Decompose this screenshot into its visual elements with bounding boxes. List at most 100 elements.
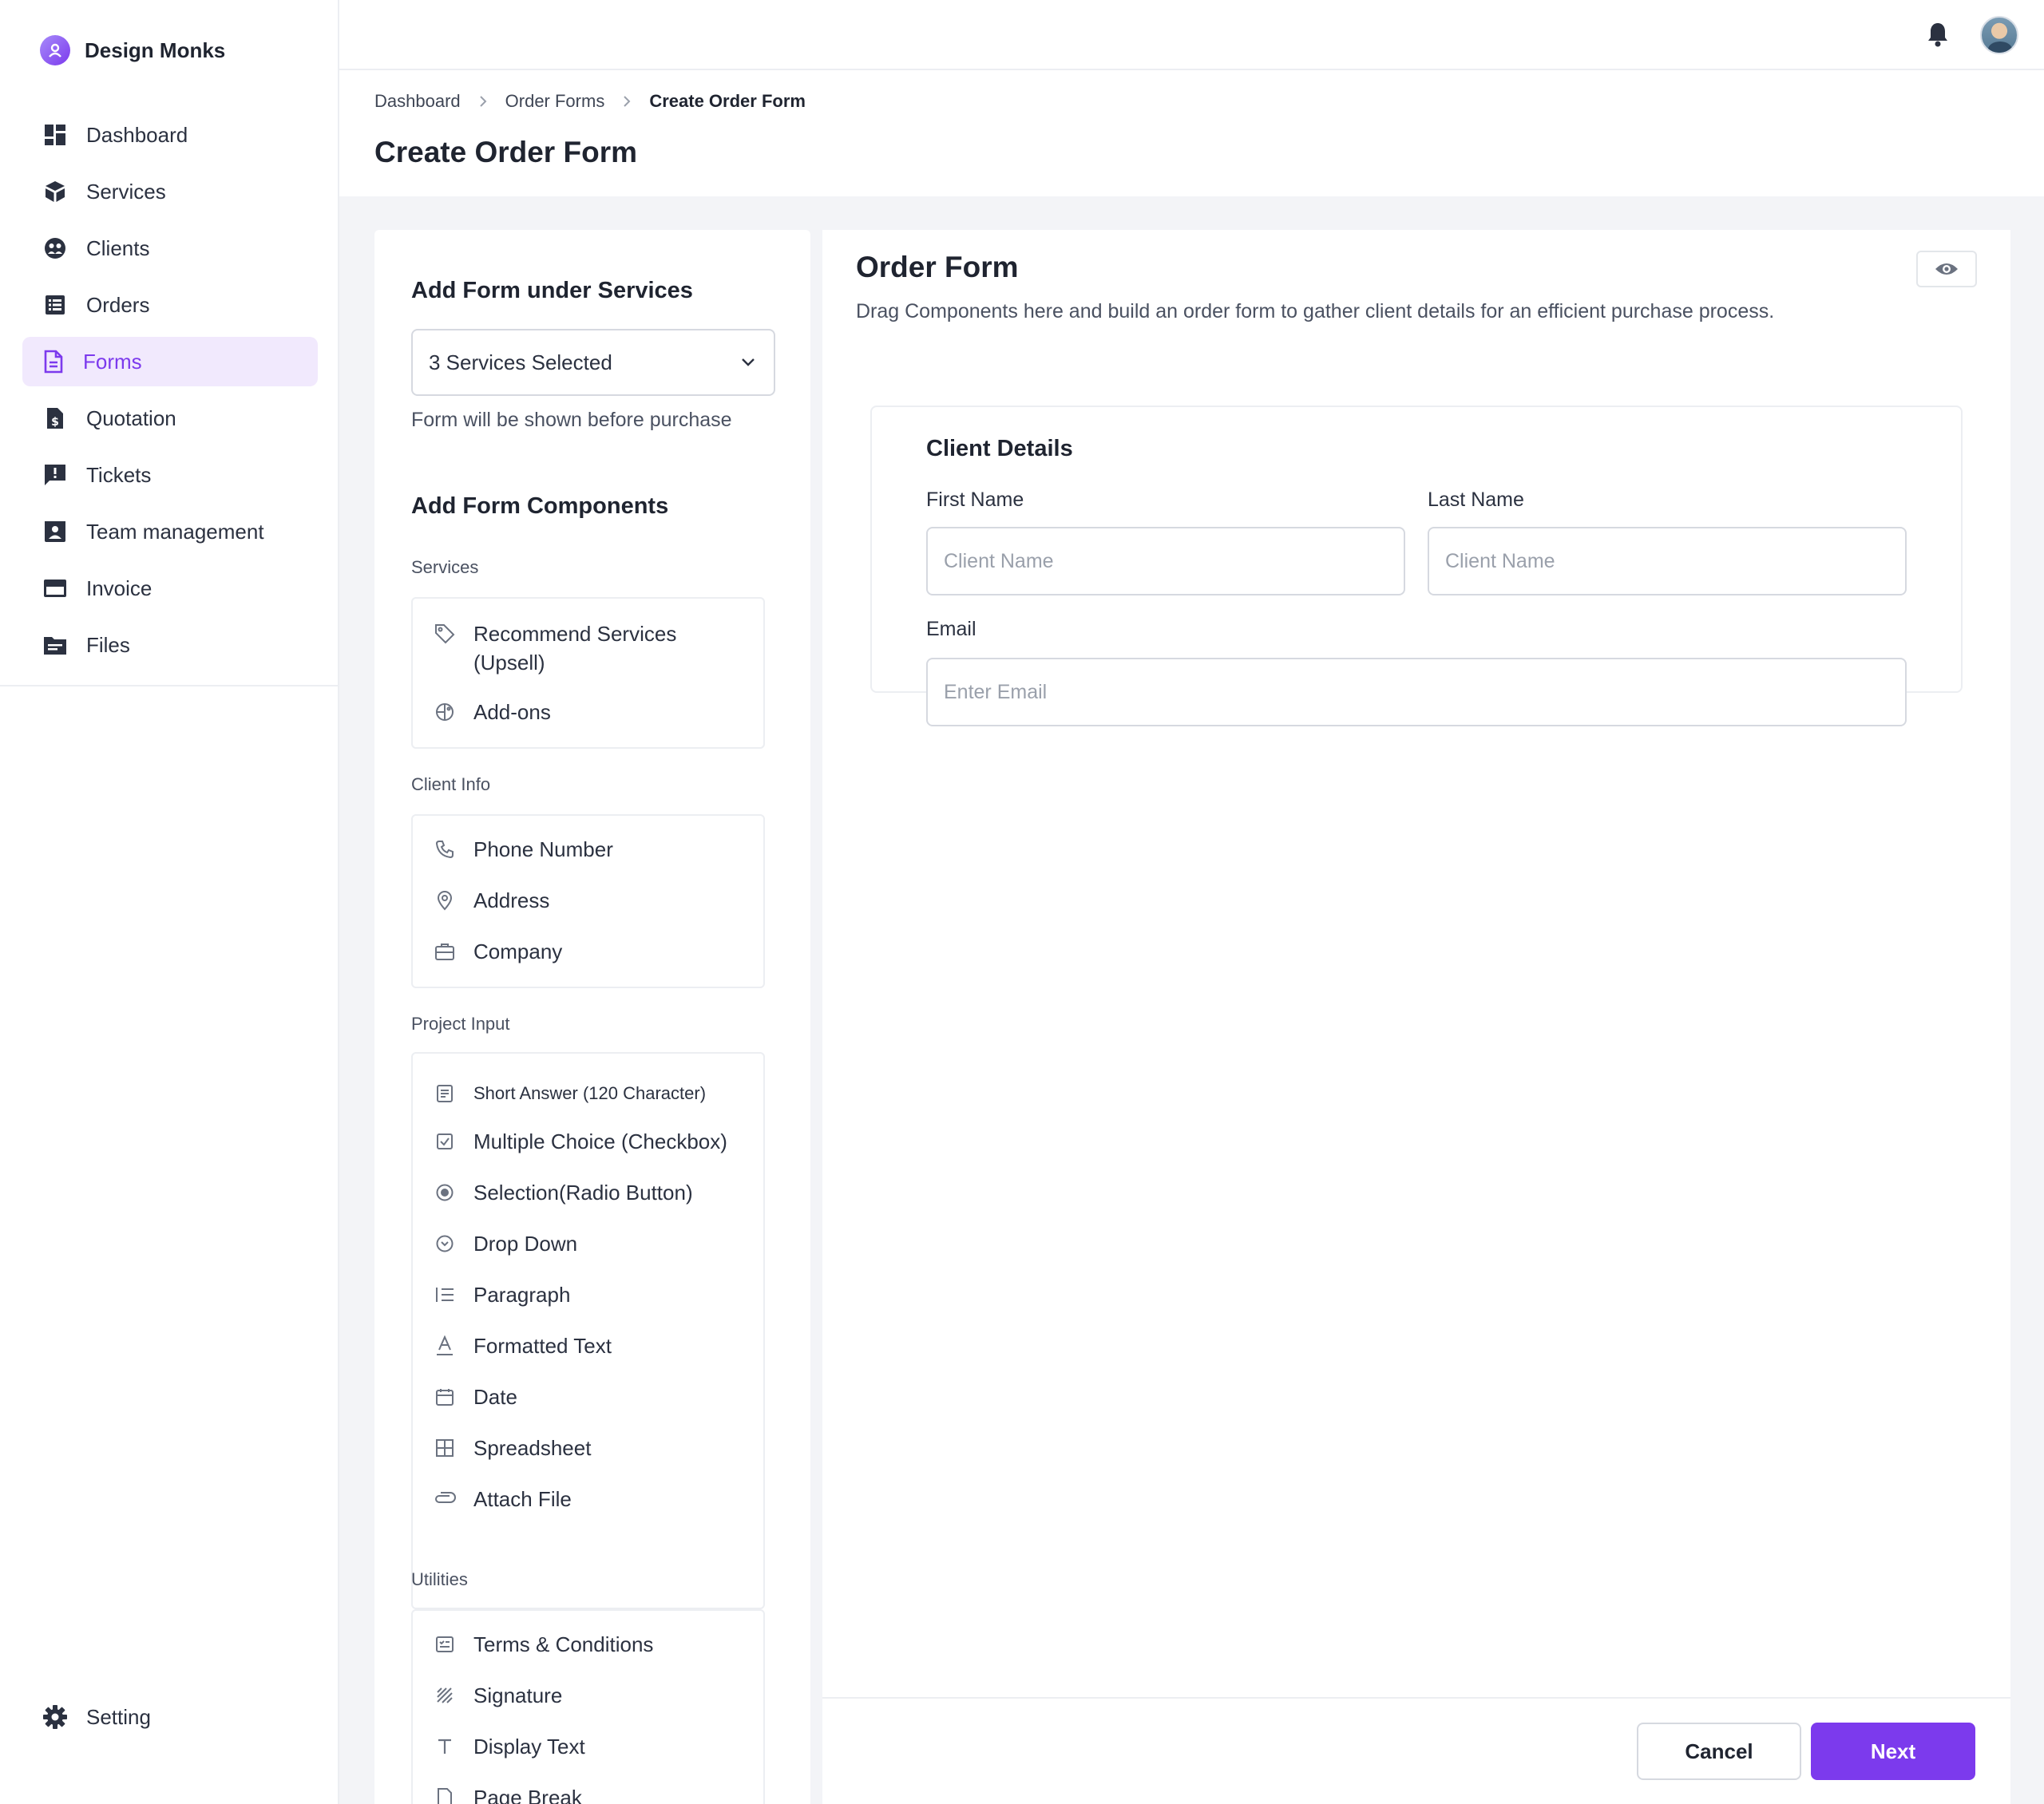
component-label: Signature: [473, 1683, 563, 1707]
sidebar-item-quotation[interactable]: $ Quotation: [22, 394, 318, 443]
quotation-icon: $: [42, 405, 69, 432]
component-label: Page Break: [473, 1786, 582, 1804]
signature-icon: [434, 1681, 456, 1710]
grid-icon: [434, 1434, 456, 1462]
component-label: Recommend Services (Upsell): [473, 622, 677, 675]
document-icon: [40, 348, 67, 375]
component-page-break[interactable]: Page Break: [434, 1783, 582, 1804]
component-phone-number[interactable]: Phone Number: [434, 835, 613, 864]
sidebar-item-tickets[interactable]: Tickets: [22, 450, 318, 500]
services-note: Form will be shown before purchase: [411, 409, 732, 431]
component-label: Drop Down: [473, 1232, 578, 1256]
component-display-text[interactable]: Display Text: [434, 1732, 585, 1761]
list-icon: [434, 1280, 456, 1309]
sidebar-item-forms[interactable]: Forms: [22, 337, 318, 386]
breadcrumb-item-order-forms[interactable]: Order Forms: [505, 91, 605, 112]
folder-icon: [42, 631, 69, 659]
team-icon: [42, 518, 69, 545]
next-button[interactable]: Next: [1811, 1723, 1975, 1780]
components-panel: Add Form under Services 3 Services Selec…: [374, 230, 810, 1804]
sidebar-item-setting[interactable]: Setting: [42, 1703, 151, 1731]
component-multiple-choice[interactable]: Multiple Choice (Checkbox): [434, 1127, 727, 1156]
sidebar-item-services[interactable]: Services: [22, 167, 318, 216]
cancel-button[interactable]: Cancel: [1637, 1723, 1801, 1780]
sidebar-item-label: Team management: [86, 519, 264, 544]
component-recommend-services[interactable]: Recommend Services (Upsell): [434, 619, 713, 677]
services-heading: Add Form under Services: [411, 278, 693, 303]
terms-icon: [434, 1630, 456, 1659]
component-formatted-text[interactable]: Formatted Text: [434, 1331, 612, 1360]
component-label: Phone Number: [473, 837, 613, 861]
sidebar-item-label: Services: [86, 179, 166, 204]
preview-button[interactable]: [1916, 251, 1977, 287]
dashboard-icon: [42, 121, 69, 148]
sidebar-item-team-management[interactable]: Team management: [22, 507, 318, 556]
component-spreadsheet[interactable]: Spreadsheet: [434, 1434, 591, 1462]
component-label: Short Answer (120 Character): [473, 1083, 707, 1103]
sidebar-item-orders[interactable]: Orders: [22, 280, 318, 330]
component-address[interactable]: Address: [434, 886, 549, 915]
component-short-answer[interactable]: Short Answer (120 Character): [434, 1079, 706, 1108]
component-label: Selection(Radio Button): [473, 1181, 693, 1205]
ticket-icon: [42, 461, 69, 489]
breadcrumb-item-dashboard[interactable]: Dashboard: [374, 91, 461, 112]
order-form-builder: Order Form Drag Components here and buil…: [822, 230, 2010, 1804]
group-client-info: Phone Number Address Company: [411, 814, 765, 988]
component-selection-radio[interactable]: Selection(Radio Button): [434, 1178, 693, 1207]
group-services: Recommend Services (Upsell) Add-ons: [411, 597, 765, 749]
sidebar-nav: Dashboard Services Clients Orders Forms: [22, 110, 318, 677]
breadcrumb: Dashboard Order Forms Create Order Form: [374, 91, 806, 112]
first-name-field[interactable]: [926, 527, 1405, 595]
component-company[interactable]: Company: [434, 937, 562, 966]
component-label: Attach File: [473, 1487, 572, 1511]
component-add-ons[interactable]: Add-ons: [434, 698, 551, 726]
group-label-client-info: Client Info: [411, 774, 491, 794]
component-signature[interactable]: Signature: [434, 1681, 562, 1710]
component-drop-down[interactable]: Drop Down: [434, 1229, 577, 1258]
sidebar-item-dashboard[interactable]: Dashboard: [22, 110, 318, 160]
sidebar-item-files[interactable]: Files: [22, 620, 318, 670]
services-select[interactable]: 3 Services Selected: [411, 329, 775, 396]
group-label-project-input: Project Input: [411, 1014, 510, 1034]
gear-icon: [42, 1703, 69, 1731]
page-title: Create Order Form: [374, 136, 637, 168]
services-select-value: 3 Services Selected: [429, 350, 612, 374]
clients-icon: [42, 235, 69, 262]
bell-icon[interactable]: [1926, 21, 1950, 48]
last-name-field[interactable]: [1428, 527, 1907, 595]
palette-icon: [434, 698, 456, 726]
chevron-down-icon: [740, 357, 756, 368]
radio-icon: [434, 1178, 456, 1207]
component-date[interactable]: Date: [434, 1383, 517, 1411]
component-attach-file[interactable]: Attach File: [434, 1485, 572, 1513]
component-label: Company: [473, 940, 563, 963]
sidebar-item-label: Files: [86, 632, 130, 657]
checkbox-icon: [434, 1127, 456, 1156]
sidebar: Design Monks Dashboard Services Clients …: [0, 0, 339, 1804]
avatar[interactable]: [1980, 16, 2018, 54]
dropdown-icon: [434, 1229, 456, 1258]
component-label: Address: [473, 888, 550, 912]
component-label: Display Text: [473, 1735, 585, 1759]
sidebar-item-invoice[interactable]: Invoice: [22, 564, 318, 613]
email-label: Email: [926, 618, 976, 640]
order-form-title: Order Form: [856, 251, 1019, 283]
component-terms-conditions[interactable]: Terms & Conditions: [434, 1630, 653, 1659]
sidebar-item-label: Setting: [86, 1704, 151, 1729]
breadcrumb-item-current: Create Order Form: [649, 91, 806, 111]
email-field[interactable]: [926, 658, 1907, 726]
brand[interactable]: Design Monks: [40, 35, 225, 65]
group-project-input: Short Answer (120 Character) Multiple Ch…: [411, 1052, 765, 1609]
text-icon: [434, 1732, 456, 1761]
sidebar-item-label: Tickets: [86, 462, 152, 487]
component-paragraph[interactable]: Paragraph: [434, 1280, 570, 1309]
sidebar-divider: [0, 685, 339, 686]
first-name-label: First Name: [926, 489, 1024, 511]
sidebar-item-clients[interactable]: Clients: [22, 224, 318, 273]
client-details-card[interactable]: Client Details First Name Last Name Emai…: [870, 406, 1963, 693]
brand-logo-icon: [40, 35, 70, 65]
components-heading: Add Form Components: [411, 493, 669, 519]
chevron-right-icon: [622, 94, 632, 109]
brand-name: Design Monks: [85, 38, 226, 62]
calendar-icon: [434, 1383, 456, 1411]
